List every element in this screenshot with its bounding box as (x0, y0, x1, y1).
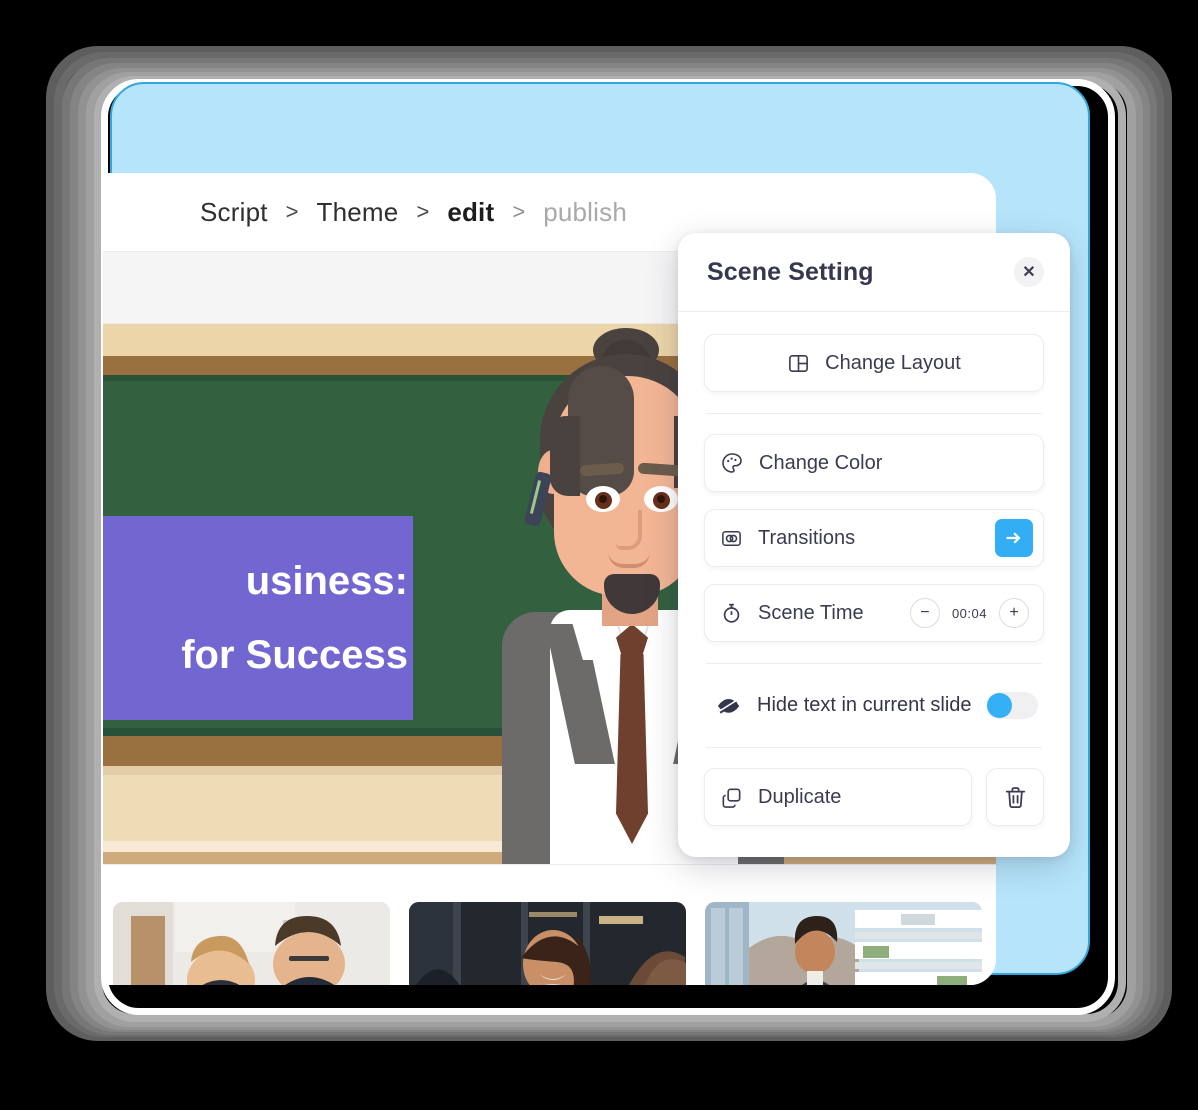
transitions-row[interactable]: Transitions (704, 509, 1044, 567)
change-color-button[interactable]: Change Color (704, 434, 1044, 492)
nose (616, 510, 642, 550)
scene-setting-body: Change Layout Change Color Transitions S… (678, 312, 1070, 826)
slide-text-line-1: usiness: (245, 559, 408, 603)
palette-icon (720, 451, 744, 475)
thumbnail-2-image (409, 902, 686, 985)
thumbnail-3[interactable] (705, 902, 982, 985)
pupil-right-inner (657, 495, 665, 503)
transitions-label: Transitions (758, 526, 856, 549)
breadcrumb-separator-3: > (512, 199, 526, 224)
trash-icon (1003, 785, 1028, 810)
divider-3 (706, 747, 1042, 748)
scene-setting-panel: Scene Setting ✕ Change Layout Change Col… (678, 233, 1070, 857)
scene-time-value: 00:04 (951, 605, 987, 621)
change-layout-label: Change Layout (825, 351, 961, 374)
scene-time-row[interactable]: Scene Time − 00:04 + (704, 584, 1044, 642)
panel-title: Scene Setting (707, 257, 874, 286)
close-icon[interactable]: ✕ (1014, 257, 1044, 287)
scene-time-increment-button[interactable]: + (999, 598, 1029, 628)
sideburn-left (550, 416, 580, 496)
thumbnail-1[interactable] (113, 902, 390, 985)
pupil-left-inner (599, 495, 607, 503)
divider-2 (706, 663, 1042, 664)
scene-actions-row: Duplicate (704, 768, 1044, 826)
stopwatch-icon (720, 602, 743, 625)
copy-icon (720, 786, 743, 809)
thumbnail-1-image (113, 902, 390, 985)
duplicate-label: Duplicate (758, 785, 842, 808)
scene-setting-header: Scene Setting ✕ (678, 233, 1070, 312)
scene-time-controls: − 00:04 + (909, 598, 1029, 628)
breadcrumb-item-publish[interactable]: publish (543, 197, 627, 228)
breadcrumb-item-script[interactable]: Script (200, 197, 268, 228)
breadcrumb-item-edit[interactable]: edit (447, 197, 494, 228)
change-layout-button[interactable]: Change Layout (704, 334, 1044, 392)
hide-text-row[interactable]: Hide text in current slide (704, 684, 1044, 726)
slide-text-box[interactable]: usiness: for Success (103, 516, 413, 720)
hide-text-toggle[interactable] (986, 691, 1038, 719)
arrow-right-icon[interactable] (995, 519, 1033, 557)
breadcrumb-item-theme[interactable]: Theme (317, 197, 399, 228)
transition-icon (720, 527, 743, 550)
eye-off-icon (716, 693, 741, 718)
breadcrumb-separator-2: > (416, 199, 430, 224)
necktie-body (616, 654, 648, 844)
screenshot-root: Script > Theme > edit > publish usiness:… (0, 0, 1198, 1110)
thumbnail-3-image (705, 902, 982, 985)
delete-button[interactable] (986, 768, 1044, 826)
scene-time-label: Scene Time (758, 601, 864, 624)
change-color-label: Change Color (759, 451, 883, 474)
duplicate-button[interactable]: Duplicate (704, 768, 972, 826)
breadcrumb-separator-1: > (285, 199, 299, 224)
thumbnail-2[interactable] (409, 902, 686, 985)
hide-text-label: Hide text in current slide (757, 693, 972, 716)
slide-text-line-2: for Success (181, 633, 408, 677)
hide-text-toggle-knob (987, 692, 1012, 718)
gap-1 (704, 492, 1044, 509)
divider-1 (706, 413, 1042, 414)
scene-thumbnail-strip (103, 864, 996, 985)
gap-2 (704, 567, 1044, 584)
layout-icon (787, 352, 810, 375)
scene-time-decrement-button[interactable]: − (909, 598, 940, 628)
